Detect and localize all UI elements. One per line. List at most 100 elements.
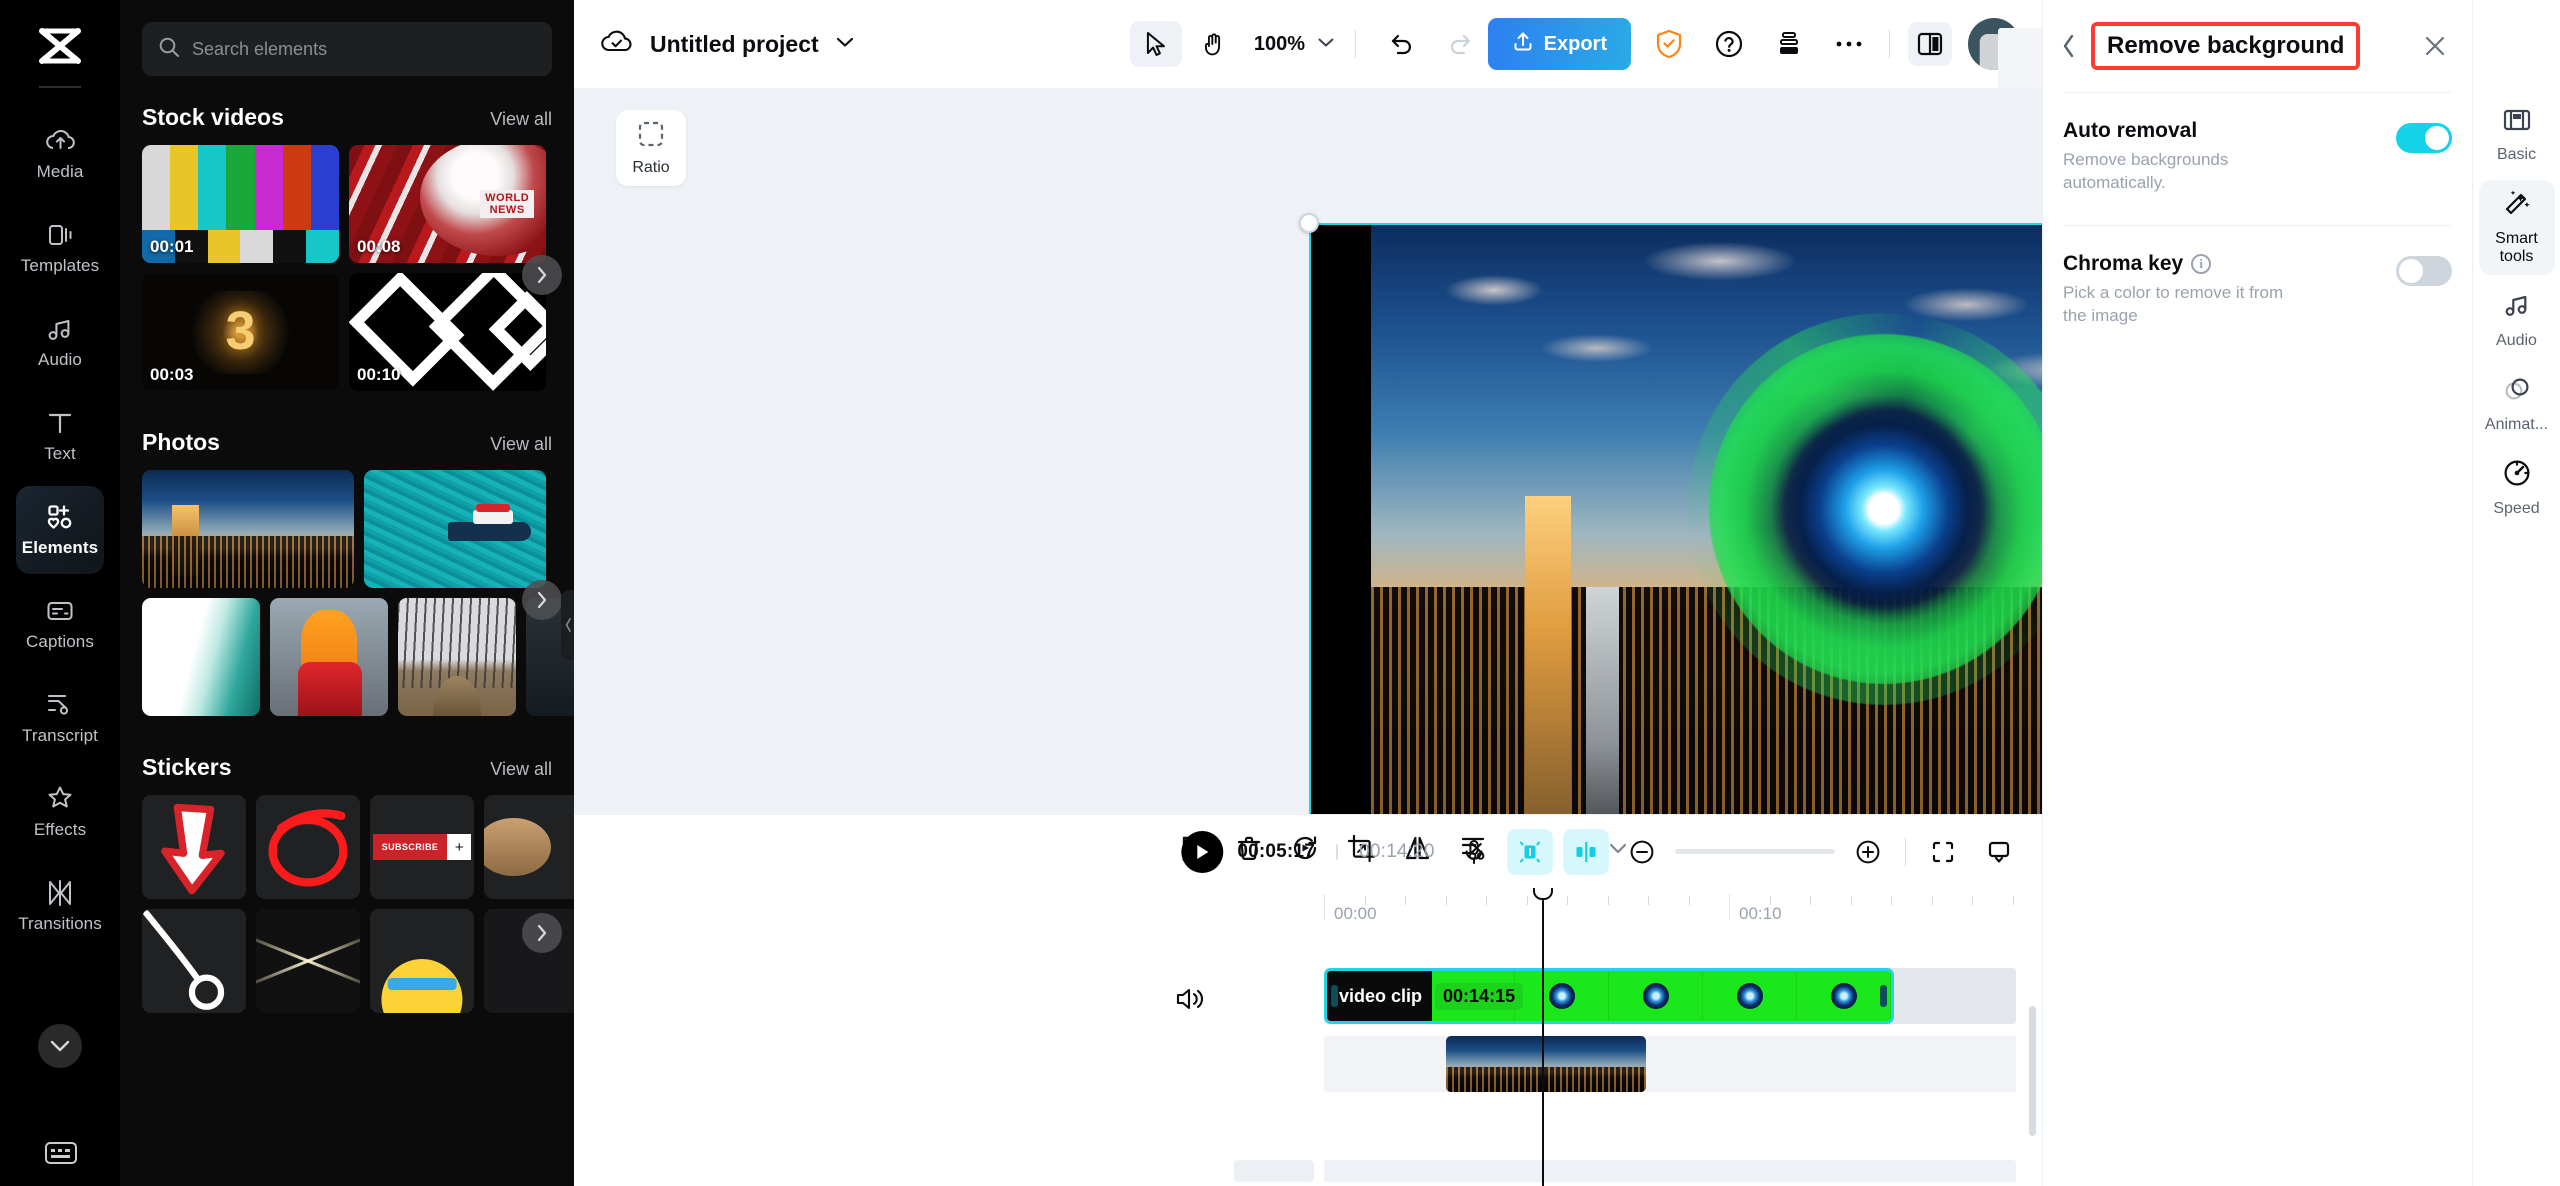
sidebar-item-templates[interactable]: Templates — [16, 204, 104, 292]
chroma-key-toggle[interactable] — [2396, 256, 2452, 286]
property-description: Remove backgrounds automatically. — [2063, 149, 2293, 195]
toggle-knob — [2399, 259, 2423, 283]
export-button[interactable]: Export — [1488, 18, 1631, 70]
sidebar-item-transitions[interactable]: Transitions — [16, 862, 104, 950]
chevron-right-icon[interactable] — [522, 255, 562, 295]
chevron-right-icon[interactable] — [522, 913, 562, 953]
thumbnail-item[interactable] — [398, 598, 516, 716]
tab-animat[interactable]: Animat... — [2479, 365, 2555, 443]
sidebar-item-elements[interactable]: Elements — [16, 486, 104, 574]
aspect-ratio-icon — [637, 120, 665, 153]
thumbnail-item[interactable]: 300:03 — [142, 273, 339, 391]
sidebar-item-text[interactable]: Text — [16, 392, 104, 480]
thumbnail-item[interactable]: WORLDNEWS00:08 — [349, 145, 546, 263]
thumbnail-item[interactable]: 00:01 — [142, 145, 339, 263]
chevron-down-icon[interactable] — [1317, 35, 1335, 53]
templates-icon — [45, 220, 75, 250]
redo-icon[interactable] — [1434, 21, 1486, 67]
ruler-label: 00:00 — [1334, 904, 1377, 924]
thumbnail-item[interactable] — [256, 909, 360, 1013]
fit-screen-icon[interactable] — [1920, 829, 1966, 875]
chevron-left-icon[interactable] — [2057, 29, 2081, 63]
search-input[interactable] — [192, 39, 536, 60]
sidebar-item-label: Elements — [22, 538, 98, 558]
tab-basic[interactable]: Basic — [2479, 96, 2555, 174]
timeline-scrollbar[interactable] — [2029, 1006, 2036, 1136]
thumbnail-item[interactable] — [370, 909, 474, 1013]
transcript-icon — [45, 690, 75, 720]
tab-speed[interactable]: Speed — [2479, 449, 2555, 527]
export-label: Export — [1544, 33, 1607, 56]
tab-audio[interactable]: Audio — [2479, 281, 2555, 359]
auto-removal-toggle[interactable] — [2396, 123, 2452, 153]
property-chroma-key: Chroma key i Pick a color to remove it f… — [2043, 226, 2472, 358]
undo-icon[interactable] — [1376, 21, 1428, 67]
minus-circle-icon[interactable] — [1619, 829, 1665, 875]
thumbnail-item[interactable]: 00:10 — [349, 273, 546, 391]
section-header-stickers: StickersView all — [120, 726, 574, 795]
ratio-button[interactable]: Ratio — [616, 110, 686, 186]
timeline-bottom-track[interactable] — [574, 1160, 2042, 1186]
chevron-down-icon[interactable] — [835, 35, 855, 53]
thumbnail-row: SUBSCRIBE+ — [142, 795, 574, 899]
thumbnail-item[interactable] — [256, 795, 360, 899]
speaker-icon[interactable] — [1174, 984, 1208, 1018]
thumbnail-item[interactable] — [142, 598, 260, 716]
search-box[interactable] — [142, 22, 552, 76]
thumbnail-item[interactable] — [142, 470, 354, 588]
chevron-down-icon[interactable] — [38, 1024, 82, 1068]
panel-collapse-handle[interactable] — [561, 590, 574, 660]
keyframe-icon[interactable] — [1563, 829, 1609, 875]
keyboard-icon[interactable] — [44, 1138, 78, 1168]
section-header-stock-videos: Stock videosView all — [120, 76, 574, 145]
split-panel-icon[interactable] — [1908, 22, 1952, 66]
ruler-tick — [1567, 896, 1568, 905]
plus-circle-icon[interactable] — [1845, 829, 1891, 875]
timeline-clip-video[interactable]: video clip 00:14:15 — [1324, 968, 1894, 1024]
info-icon[interactable]: i — [2191, 254, 2211, 274]
thumbnail-item[interactable] — [142, 795, 246, 899]
shield-check-icon[interactable] — [1647, 22, 1691, 66]
hand-icon[interactable] — [1188, 21, 1240, 67]
question-circle-icon[interactable] — [1707, 22, 1751, 66]
timeline-ruler[interactable]: 00:0000:1000:2000:30 — [574, 888, 2042, 940]
cursor-arrow-icon[interactable] — [1130, 21, 1182, 67]
capcut-logo-icon[interactable] — [30, 22, 90, 70]
thumbnail-item[interactable] — [484, 795, 574, 899]
preview-toggle-icon[interactable] — [1976, 829, 2022, 875]
more-horizontal-icon[interactable] — [1827, 22, 1871, 66]
tab-smarttools[interactable]: Smarttools — [2479, 180, 2555, 275]
timeline[interactable]: 00:0000:1000:2000:30 video clip 00:14:15 — [574, 888, 2042, 1186]
chevron-right-icon[interactable] — [522, 580, 562, 620]
timeline-clip-photo[interactable] — [1446, 1036, 1646, 1092]
view-all-link[interactable]: View all — [490, 434, 552, 455]
sidebar-item-audio[interactable]: Audio — [16, 298, 104, 386]
property-description: Pick a color to remove it from the image — [2063, 282, 2293, 328]
playhead[interactable] — [1542, 888, 1544, 1186]
sidebar-item-media[interactable]: Media — [16, 110, 104, 198]
sidebar-item-effects[interactable]: Effects — [16, 768, 104, 856]
microphone-icon[interactable] — [1451, 829, 1497, 875]
search-container — [120, 0, 574, 76]
current-time: 00:05:17 — [1237, 841, 1315, 863]
stack-icon[interactable] — [1767, 22, 1811, 66]
thumbnail-item[interactable]: SUBSCRIBE+ — [370, 795, 474, 899]
zoom-slider[interactable] — [1675, 849, 1835, 854]
thumbnail-item[interactable] — [142, 909, 246, 1013]
thumbnail-item[interactable] — [364, 470, 546, 588]
view-all-link[interactable]: View all — [490, 759, 552, 780]
view-all-link[interactable]: View all — [490, 109, 552, 130]
thumbnail-item[interactable] — [270, 598, 388, 716]
sidebar-item-captions[interactable]: Captions — [16, 580, 104, 668]
marker-icon[interactable] — [1507, 829, 1553, 875]
sidebar-item-transcript[interactable]: Transcript — [16, 674, 104, 762]
property-text: Chroma key i Pick a color to remove it f… — [2063, 252, 2382, 328]
resize-handle-tl[interactable] — [1299, 213, 1319, 233]
top-bar: Untitled project 100% — [574, 0, 2042, 88]
close-x-icon[interactable] — [2418, 29, 2452, 63]
upload-share-icon — [1512, 30, 1534, 58]
play-button[interactable] — [1181, 831, 1223, 873]
track-header-pill[interactable] — [1234, 1160, 1314, 1182]
clip-trim-handle-left[interactable] — [1331, 985, 1338, 1007]
clip-trim-handle-right[interactable] — [1880, 985, 1887, 1007]
